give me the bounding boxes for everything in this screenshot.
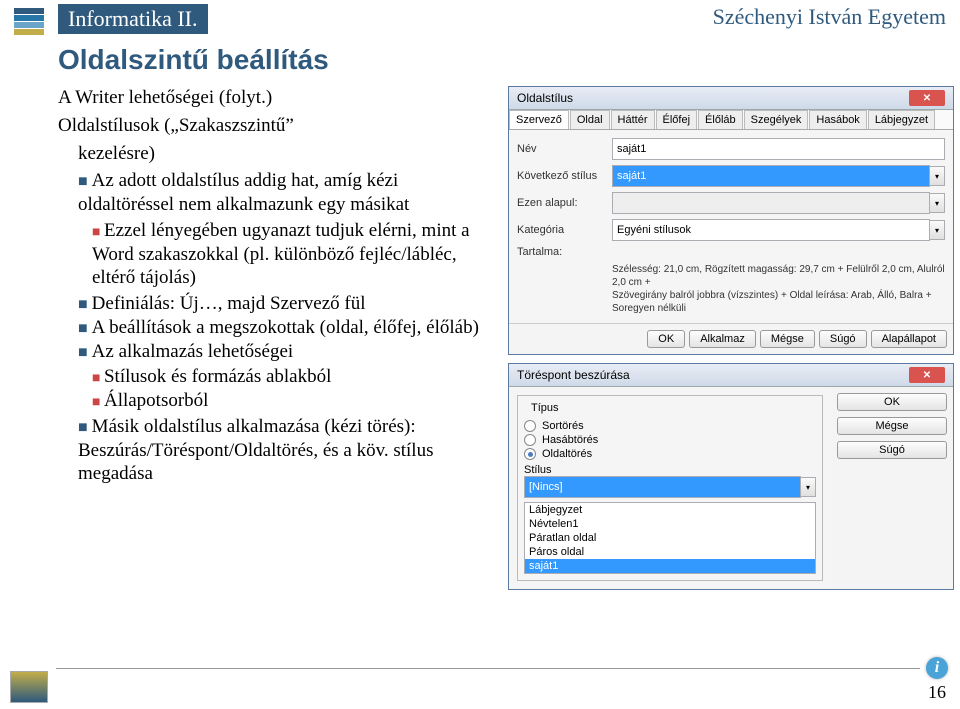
- list-item[interactable]: Névtelen1: [525, 517, 815, 531]
- dialog1-title: Oldalstílus: [517, 91, 573, 105]
- select-style[interactable]: [Nincs]: [524, 476, 801, 498]
- style-listbox[interactable]: Lábjegyzet Névtelen1 Páratlan oldal Páro…: [524, 502, 816, 574]
- list-item[interactable]: Páratlan oldal: [525, 531, 815, 545]
- logo-stripes: [14, 4, 44, 36]
- label-type: Típus: [528, 402, 562, 414]
- apply-button[interactable]: Alkalmaz: [689, 330, 756, 348]
- label-style: Stílus: [524, 464, 816, 476]
- select-next-style[interactable]: saját1: [612, 165, 930, 187]
- tab-oldal[interactable]: Oldal: [570, 110, 610, 129]
- bullet-word-equiv: Ezzel lényegében ugyanazt tudjuk elérni,…: [92, 219, 498, 290]
- close-icon[interactable]: ✕: [909, 90, 945, 106]
- tab-labjegyzet[interactable]: Lábjegyzet: [868, 110, 935, 129]
- dialog2-title: Töréspont beszúrása: [517, 368, 630, 382]
- dialog1-tabs: Szervező Oldal Háttér Élőfej Élőláb Szeg…: [509, 110, 953, 130]
- tab-szegelyek[interactable]: Szegélyek: [744, 110, 809, 129]
- select-category[interactable]: Egyéni stílusok: [612, 219, 930, 241]
- chevron-down-icon[interactable]: ▾: [930, 166, 945, 186]
- chevron-down-icon[interactable]: ▾: [930, 193, 945, 213]
- dialog-insert-break: Töréspont beszúrása ✕ Típus Sortörés Has…: [508, 363, 954, 590]
- lead-text: A Writer lehetőségei (folyt.): [58, 86, 498, 110]
- label-content: Tartalma:: [517, 246, 612, 258]
- radio-pagebreak[interactable]: Oldaltörés: [524, 448, 816, 460]
- info-icon[interactable]: i: [926, 657, 948, 679]
- label-name: Név: [517, 143, 612, 155]
- cancel-button[interactable]: Mégse: [837, 417, 947, 435]
- select-based-on[interactable]: [612, 192, 930, 214]
- label-next-style: Következő stílus: [517, 170, 612, 182]
- bullet-effect: Az adott oldalstílus addig hat, amíg kéz…: [78, 169, 498, 217]
- radio-columnbreak[interactable]: Hasábtörés: [524, 434, 816, 446]
- cancel-button[interactable]: Mégse: [760, 330, 815, 348]
- radio-linebreak[interactable]: Sortörés: [524, 420, 816, 432]
- content-desc-1: Szélesség: 21,0 cm, Rögzített magasság: …: [517, 263, 945, 289]
- bullet-apply: Az alkalmazás lehetőségei: [78, 340, 498, 364]
- tab-elofej[interactable]: Élőfej: [656, 110, 698, 129]
- list-item[interactable]: saját1: [525, 559, 815, 573]
- reset-button[interactable]: Alapállapot: [871, 330, 947, 348]
- tab-elolab[interactable]: Élőláb: [698, 110, 743, 129]
- course-banner: Informatika II.: [58, 4, 208, 34]
- tab-szervezo[interactable]: Szervező: [509, 110, 569, 129]
- bullet-settings: A beállítások a megszokottak (oldal, élő…: [78, 316, 498, 340]
- tab-hatter[interactable]: Háttér: [611, 110, 655, 129]
- close-icon[interactable]: ✕: [909, 367, 945, 383]
- dialog-page-style: Oldalstílus ✕ Szervező Oldal Háttér Élőf…: [508, 86, 954, 355]
- footer-divider: [56, 668, 920, 669]
- bullet-define: Definiálás: Új…, majd Szervező fül: [78, 292, 498, 316]
- chevron-down-icon[interactable]: ▾: [801, 477, 816, 497]
- list-item[interactable]: Páros oldal: [525, 545, 815, 559]
- chevron-down-icon[interactable]: ▾: [930, 220, 945, 240]
- help-button[interactable]: Súgó: [819, 330, 867, 348]
- label-category: Kategória: [517, 224, 612, 236]
- ok-button[interactable]: OK: [647, 330, 685, 348]
- bullet-statusbar: Állapotsorból: [92, 389, 498, 413]
- input-name[interactable]: saját1: [612, 138, 945, 160]
- section-title: Oldalszintű beállítás: [58, 44, 960, 76]
- content-desc-2: Szövegirány balról jobbra (vízszintes) +…: [517, 289, 945, 315]
- ok-button[interactable]: OK: [837, 393, 947, 411]
- footer-logo: [10, 671, 48, 703]
- university-name: Széchenyi István Egyetem: [713, 4, 946, 30]
- list-item[interactable]: Lábjegyzet: [525, 503, 815, 517]
- tab-hasabok[interactable]: Hasábok: [809, 110, 866, 129]
- page-number: 16: [928, 682, 946, 703]
- para-styles-a: Oldalstílusok („Szakaszszintű”: [58, 114, 498, 138]
- para-styles-b: kezelésre): [58, 142, 498, 166]
- label-based-on: Ezen alapul:: [517, 197, 612, 209]
- help-button[interactable]: Súgó: [837, 441, 947, 459]
- bullet-other-style: Másik oldalstílus alkalmazása (kézi töré…: [78, 415, 498, 486]
- bullet-styles-window: Stílusok és formázás ablakból: [92, 365, 498, 389]
